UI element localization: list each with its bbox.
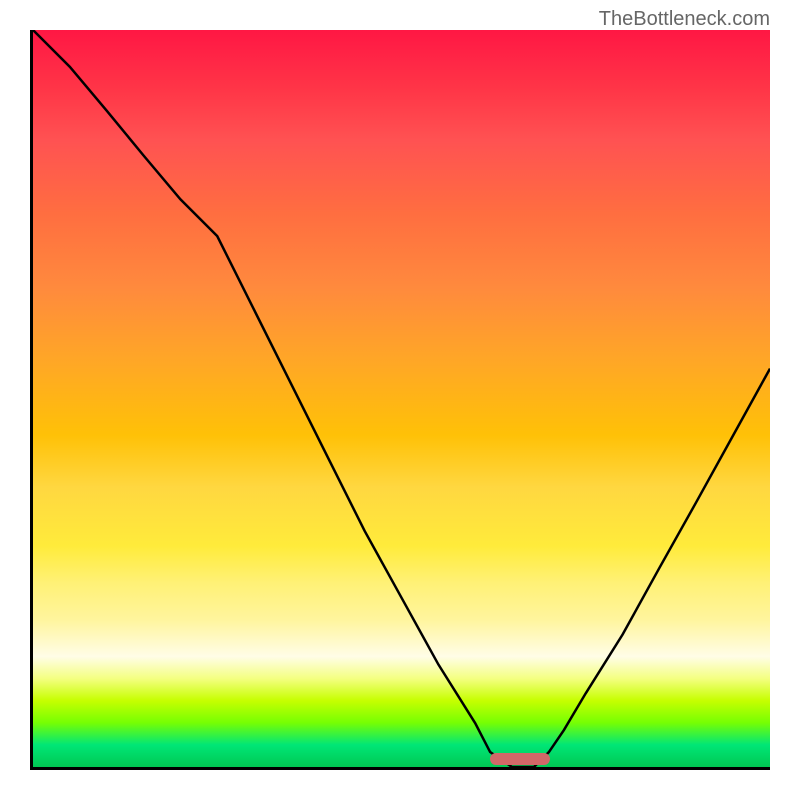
curve-line: [33, 30, 770, 767]
optimal-marker: [490, 753, 550, 765]
chart-container: [30, 30, 770, 770]
attribution-text: TheBottleneck.com: [599, 8, 770, 31]
